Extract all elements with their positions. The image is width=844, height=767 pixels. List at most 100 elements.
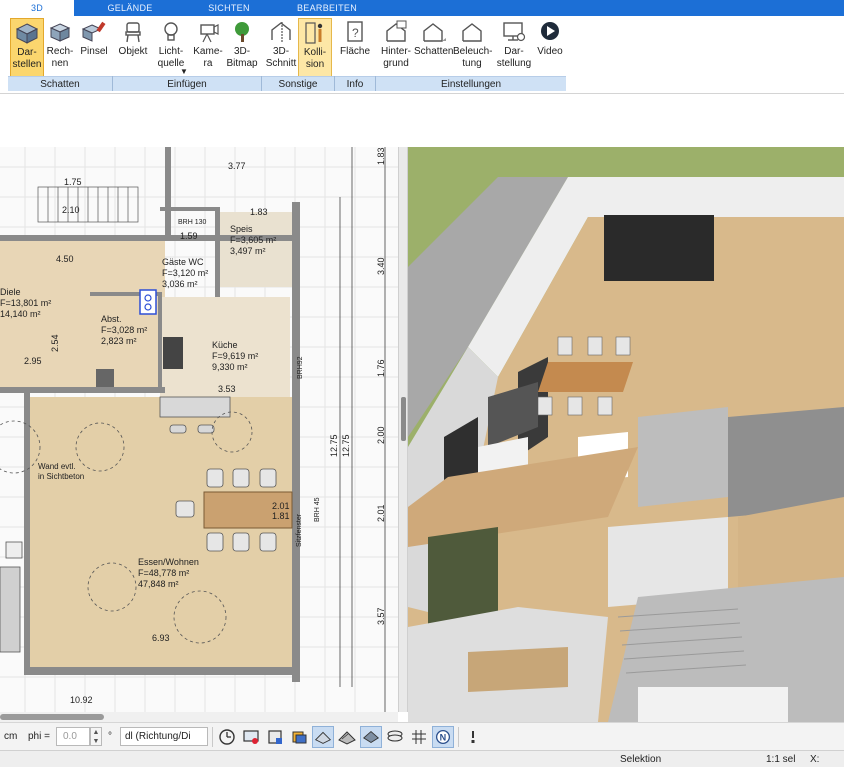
tab-gelaende[interactable]: GELÄNDE bbox=[92, 0, 168, 16]
kamera-button[interactable]: Kame- ra bbox=[192, 18, 224, 78]
clock-icon[interactable] bbox=[216, 726, 238, 748]
room-kueche-area: F=9,619 m² bbox=[212, 351, 258, 361]
wall-view-icon[interactable] bbox=[312, 726, 334, 748]
dim-label: 12.75 bbox=[329, 434, 339, 457]
monitor-gear-icon bbox=[503, 22, 526, 42]
hatch-view-icon[interactable] bbox=[336, 726, 358, 748]
room-gaestewc-area2: 3,036 m² bbox=[162, 279, 198, 289]
view-splitter[interactable] bbox=[398, 147, 408, 712]
kollision-button[interactable]: Kolli- sion bbox=[298, 18, 332, 78]
room-diele-area2: 14,140 m² bbox=[0, 309, 41, 319]
status-bar: Selektion 1:1 sel X: bbox=[0, 750, 844, 767]
3d-view[interactable] bbox=[408, 147, 844, 722]
dim-label: 2.10 bbox=[62, 205, 80, 215]
floor-plan-view[interactable]: Diele F=13,801 m² 14,140 m² Abst. F=3,02… bbox=[0, 147, 398, 712]
mode-select[interactable]: dl (Richtung/Di bbox=[120, 727, 208, 746]
group-info-label: Info bbox=[335, 76, 375, 91]
objekt-label: Objekt bbox=[118, 46, 148, 57]
hintergrund-label: Hinter- grund bbox=[380, 46, 411, 69]
schatten-button[interactable]: Schatten bbox=[414, 18, 454, 78]
darstellung-button[interactable]: Dar- stellung bbox=[495, 18, 533, 78]
room-wohnen-area2: 47,848 m² bbox=[138, 579, 179, 589]
more-options-icon[interactable] bbox=[462, 726, 484, 748]
dim-label: 3.77 bbox=[228, 161, 246, 171]
dim-label: 2.01 bbox=[272, 501, 290, 511]
dim-label: BRH 130 bbox=[178, 219, 207, 226]
calc-cube-icon bbox=[49, 23, 71, 42]
status-x-label: X: bbox=[810, 754, 820, 765]
dim-label: 1.83 bbox=[376, 147, 386, 165]
lichtquelle-button[interactable]: Licht- quelle ▼ bbox=[154, 18, 188, 78]
pinsel-label: Pinsel bbox=[80, 46, 108, 57]
brush-cube-icon bbox=[81, 21, 106, 42]
splitter-handle[interactable] bbox=[401, 397, 406, 441]
kollision-label: Kolli- sion bbox=[303, 47, 327, 70]
video-label: Video bbox=[537, 46, 563, 57]
toolbar-separator bbox=[458, 727, 459, 747]
darstellung-label: Dar- stellung bbox=[496, 46, 532, 69]
ribbon-tab-bar: 3D GELÄNDE SICHTEN BEARBEITEN bbox=[0, 0, 844, 16]
tab-bearbeiten[interactable]: BEARBEITEN bbox=[290, 0, 364, 16]
3d-render-canvas[interactable] bbox=[408, 147, 844, 722]
schnitt3d-label: 3D- Schnitt bbox=[265, 46, 297, 69]
monitor-icon[interactable] bbox=[240, 726, 262, 748]
chair-icon bbox=[125, 22, 141, 43]
layers-icon[interactable] bbox=[288, 726, 310, 748]
dim-label: 1.81 bbox=[272, 511, 290, 521]
flaeche-label: Fläche bbox=[339, 46, 370, 57]
toolbar-separator bbox=[212, 727, 213, 747]
schnitt3d-button[interactable]: 3D- Schnitt bbox=[264, 18, 298, 78]
tab-3d[interactable]: 3D bbox=[0, 0, 74, 16]
group-einfuegen-label: Einfügen bbox=[113, 76, 261, 91]
room-abst-area2: 2,823 m² bbox=[101, 336, 137, 346]
play-icon bbox=[541, 22, 559, 40]
grid-icon[interactable] bbox=[408, 726, 430, 748]
dim-label: 10.92 bbox=[70, 695, 93, 705]
tree-icon bbox=[235, 22, 249, 42]
lightbulb-icon bbox=[164, 22, 178, 41]
dim-label: 4.50 bbox=[56, 254, 74, 264]
darstellen-label: Dar- stellen bbox=[12, 47, 42, 70]
pinsel-button[interactable]: Pinsel bbox=[78, 18, 110, 78]
status-scale: 1:1 sel bbox=[766, 754, 796, 765]
dim-label: 2.01 bbox=[376, 504, 386, 522]
unit-label: cm bbox=[4, 731, 18, 742]
scrollbar-thumb[interactable] bbox=[0, 714, 104, 720]
dim-label: 1.59 bbox=[180, 231, 198, 241]
shadow-house-icon bbox=[423, 23, 446, 42]
room-speis-area: F=3,605 m² bbox=[230, 235, 276, 245]
ribbon: Dar- stellen Rech- nen Pinsel Objekt Lic… bbox=[0, 16, 844, 94]
status-mode: Selektion bbox=[620, 754, 662, 765]
window-brh45: BRH 45 bbox=[314, 497, 321, 522]
video-button[interactable]: Video bbox=[534, 18, 566, 78]
room-abst-name: Abst. bbox=[101, 314, 122, 324]
room-gaestewc-name: Gäste WC bbox=[162, 257, 204, 267]
print-preview-icon[interactable] bbox=[264, 726, 286, 748]
schatten-label: Schatten bbox=[414, 46, 454, 57]
flaeche-button[interactable]: ? Fläche bbox=[338, 18, 372, 78]
beleuchtung-button[interactable]: Beleuch- tung bbox=[453, 18, 493, 78]
phi-label: phi = bbox=[28, 731, 50, 742]
hintergrund-button[interactable]: Hinter- grund bbox=[378, 18, 414, 78]
dim-label: 2.00 bbox=[376, 426, 386, 444]
stack-view-icon[interactable] bbox=[384, 726, 406, 748]
floor-view-icon[interactable] bbox=[360, 726, 382, 748]
section-house-icon bbox=[271, 22, 291, 42]
tab-sichten[interactable]: SICHTEN bbox=[192, 0, 266, 16]
darstellen-button[interactable]: Dar- stellen bbox=[10, 18, 44, 78]
beleuchtung-label: Beleuch- tung bbox=[453, 46, 493, 69]
dim-label: 12.75 bbox=[341, 434, 351, 457]
background-house-icon bbox=[386, 20, 407, 42]
north-icon[interactable]: N bbox=[432, 726, 454, 748]
area-info-icon: ? bbox=[347, 21, 363, 42]
svg-text:N: N bbox=[440, 733, 447, 743]
rechnen-button[interactable]: Rech- nen bbox=[44, 18, 76, 78]
plan-horizontal-scrollbar[interactable] bbox=[0, 712, 398, 722]
phi-input[interactable]: 0.0 bbox=[56, 727, 90, 746]
floor-plan-canvas[interactable]: Diele F=13,801 m² 14,140 m² Abst. F=3,02… bbox=[0, 147, 398, 712]
phi-spinner[interactable]: ▲ ▼ bbox=[90, 727, 102, 746]
bitmap3d-button[interactable]: 3D- Bitmap bbox=[226, 18, 258, 78]
objekt-button[interactable]: Objekt bbox=[116, 18, 150, 78]
sofa bbox=[0, 566, 21, 653]
collision-person-icon bbox=[305, 22, 323, 44]
